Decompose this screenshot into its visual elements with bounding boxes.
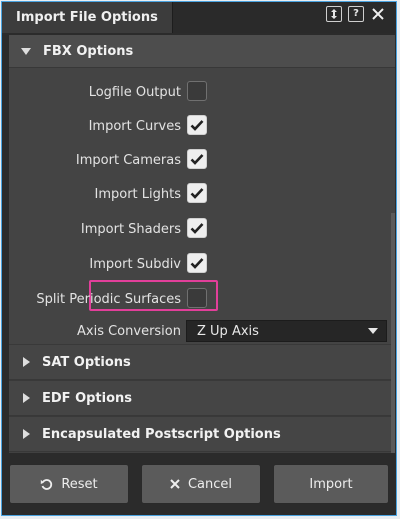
collapse-arrow-icon	[23, 357, 30, 367]
reset-label: Reset	[61, 476, 98, 492]
option-label: Import Shaders	[80, 222, 181, 237]
section-fbx-header[interactable]: FBX Options	[9, 35, 395, 68]
import-curves-checkbox[interactable]	[187, 115, 207, 135]
axis-conversion-value: Z Up Axis	[197, 323, 259, 339]
section-title: SAT Options	[42, 354, 131, 370]
cancel-button[interactable]: Cancel	[141, 464, 261, 504]
option-row-import-subdiv: Import Subdiv	[9, 252, 381, 278]
option-label: Import Curves	[88, 119, 181, 134]
import-shaders-checkbox[interactable]	[187, 218, 207, 238]
import-label: Import	[309, 476, 353, 492]
split-periodic-surfaces-checkbox[interactable]	[187, 288, 207, 308]
import-cameras-checkbox[interactable]	[187, 149, 207, 169]
option-row-import-lights: Import Lights	[9, 182, 381, 208]
option-label: Import Lights	[94, 187, 182, 202]
section-edf-header[interactable]: EDF Options	[9, 380, 395, 416]
option-row-import-curves: Import Curves	[9, 114, 381, 140]
section-title: EDF Options	[42, 390, 133, 406]
close-icon[interactable]	[370, 6, 386, 22]
scrollbar[interactable]	[391, 213, 395, 453]
section-title: FBX Options	[43, 43, 134, 59]
reset-icon	[41, 478, 53, 490]
section-title: Encapsulated Postscript Options	[42, 426, 281, 442]
float-panel-icon[interactable]	[326, 6, 342, 22]
import-options-window: Import File Options ? FBX Options Logfil…	[1, 1, 397, 516]
title-buttons: ?	[326, 6, 386, 22]
axis-conversion-dropdown[interactable]: Z Up Axis	[186, 320, 387, 342]
title-bar: Import File Options ?	[2, 2, 396, 33]
checkmark-icon	[190, 120, 204, 131]
cancel-label: Cancel	[187, 476, 233, 492]
logfile-output-checkbox[interactable]	[187, 81, 207, 101]
checkmark-icon	[190, 258, 204, 269]
option-label: Import Subdiv	[89, 257, 181, 272]
option-row-import-cameras: Import Cameras	[9, 148, 381, 174]
import-lights-checkbox[interactable]	[187, 183, 207, 203]
close-icon	[170, 479, 180, 489]
expand-arrow-icon	[21, 47, 31, 55]
footer-buttons: Reset Cancel Import	[9, 464, 389, 504]
reset-button[interactable]: Reset	[9, 464, 129, 504]
checkmark-icon	[190, 154, 204, 165]
import-button[interactable]: Import	[273, 464, 389, 504]
import-subdiv-checkbox[interactable]	[187, 253, 207, 273]
option-label: Logfile Output	[88, 85, 181, 100]
option-row-axis-conversion: Axis Conversion Z Up Axis	[9, 319, 387, 345]
option-label: Import Cameras	[75, 153, 181, 168]
options-panel: FBX Options Logfile Output Import Curves…	[9, 35, 395, 453]
window-title: Import File Options	[2, 2, 173, 33]
section-eps-header[interactable]: Encapsulated Postscript Options	[9, 416, 395, 452]
collapse-arrow-icon	[23, 429, 30, 439]
checkmark-icon	[190, 188, 204, 199]
option-row-logfile-output: Logfile Output	[9, 80, 381, 106]
option-row-split-periodic-surfaces: Split Periodic Surfaces	[9, 287, 381, 313]
option-row-import-shaders: Import Shaders	[9, 217, 381, 243]
help-button[interactable]: ?	[348, 6, 364, 22]
collapse-arrow-icon	[23, 393, 30, 403]
chevron-down-icon	[368, 328, 378, 334]
axis-conversion-label: Axis Conversion	[77, 324, 181, 339]
fbx-options-body: Logfile Output Import Curves Import Came…	[9, 68, 395, 344]
section-sat-header[interactable]: SAT Options	[9, 344, 395, 380]
option-label: Split Periodic Surfaces	[36, 292, 181, 307]
checkmark-icon	[190, 223, 204, 234]
